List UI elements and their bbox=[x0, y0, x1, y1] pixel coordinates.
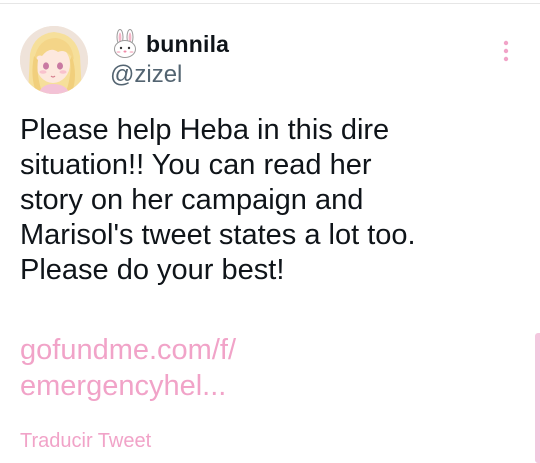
more-vertical-icon bbox=[503, 40, 509, 62]
author-handle[interactable]: @zizel bbox=[110, 61, 470, 89]
gofundme-link[interactable]: gofundme.com/f/ emergencyhel... bbox=[20, 332, 525, 404]
scrollbar-thumb[interactable] bbox=[535, 333, 540, 463]
avatar[interactable] bbox=[20, 26, 88, 94]
tweet-header: bunnila @zizel bbox=[110, 28, 470, 89]
tweet-text: Please help Heba in this dire situation!… bbox=[20, 114, 416, 286]
rabbit-face-icon bbox=[110, 29, 140, 59]
author-display-name[interactable]: bunnila bbox=[146, 31, 229, 58]
author-name-row[interactable]: bunnila bbox=[110, 28, 470, 60]
translate-tweet-button[interactable]: Traducir Tweet bbox=[20, 430, 151, 453]
avatar-image bbox=[20, 26, 88, 94]
tweet[interactable]: bunnila @zizel Please help Heba in this … bbox=[0, 0, 540, 463]
more-options-button[interactable] bbox=[494, 36, 518, 68]
